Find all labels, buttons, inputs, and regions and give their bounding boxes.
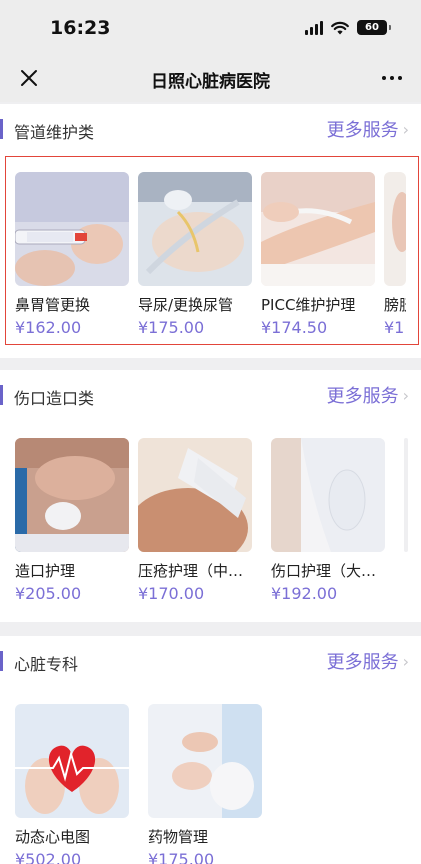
wound-care-image [271, 438, 385, 552]
status-time: 16:23 [50, 17, 111, 39]
picc-care-image [261, 172, 375, 286]
service-card[interactable]: 导尿/更换尿管 ¥175.00 [138, 172, 252, 337]
service-card[interactable]: PICC维护护理 ¥174.50 [261, 172, 375, 337]
section-cardiology: 心脏专科 更多服务 › 动态心电图 ¥502.00 药物管理 ¥175.00 [0, 636, 421, 864]
service-name: 动态心电图 [15, 828, 91, 846]
status-bar: 16:23 60 [0, 0, 421, 56]
service-name: 压疮护理（中… [138, 562, 244, 580]
wifi-icon [331, 21, 349, 34]
service-card[interactable]: 压疮护理（中… ¥170.00 [138, 438, 252, 603]
bladder-care-image [384, 172, 406, 286]
service-name: 造口护理 [15, 562, 76, 580]
partial-card-image [404, 438, 408, 552]
service-card[interactable]: 伤口护理（大… ¥192.00 [271, 438, 385, 603]
service-price: ¥174.50 [261, 318, 328, 337]
service-price: ¥205.00 [15, 584, 82, 603]
section-wound-care: 伤口造口类 更多服务 › 造口护理 ¥205.00 压疮护理（中… ¥170.0… [0, 370, 421, 622]
signal-icon [305, 20, 323, 35]
service-card-list: 动态心电图 ¥502.00 药物管理 ¥175.00 [0, 636, 421, 864]
service-name: 伤口护理（大… [271, 562, 377, 580]
more-dot-icon [382, 76, 386, 80]
service-price: ¥502.00 [15, 850, 82, 864]
service-name: 导尿/更换尿管 [138, 296, 234, 314]
more-dot-icon [398, 76, 402, 80]
medication-management-image [148, 704, 262, 818]
service-name: PICC维护护理 [261, 296, 356, 314]
nav-bar: 日照心脏病医院 [0, 56, 421, 102]
battery-icon: 60 [357, 20, 391, 35]
ostomy-care-image [15, 438, 129, 552]
service-card-partial[interactable] [404, 438, 408, 552]
more-dot-icon [390, 76, 394, 80]
nasogastric-tube-image [15, 172, 129, 286]
holter-ecg-image [15, 704, 129, 818]
status-icons: 60 [305, 20, 391, 35]
pressure-ulcer-image [138, 438, 252, 552]
catheter-image [138, 172, 252, 286]
service-name: 药物管理 [148, 828, 209, 846]
page-title: 日照心脏病医院 [151, 72, 270, 92]
service-price: ¥192.00 [271, 584, 338, 603]
service-price: ¥170.00 [138, 584, 205, 603]
more-options-button[interactable] [377, 64, 407, 92]
service-card[interactable]: 鼻胃管更换 ¥162.00 [15, 172, 129, 337]
service-price: ¥162.00 [15, 318, 82, 337]
service-card-list: 造口护理 ¥205.00 压疮护理（中… ¥170.00 伤口护理（大… ¥19… [0, 370, 421, 603]
service-name: 膀胱 [384, 296, 406, 314]
section-tube-care: 管道维护类 更多服务 › 鼻胃管更换 ¥162.00 导尿/更换尿管 ¥175.… [0, 104, 421, 358]
service-card-list: 鼻胃管更换 ¥162.00 导尿/更换尿管 ¥175.00 PICC维护护理 ¥… [0, 104, 421, 337]
service-card[interactable]: 膀胱 ¥1 [384, 172, 406, 337]
service-price: ¥1 [384, 318, 405, 337]
service-price: ¥175.00 [138, 318, 205, 337]
service-card[interactable]: 造口护理 ¥205.00 [15, 438, 129, 603]
service-card[interactable]: 动态心电图 ¥502.00 [15, 704, 129, 864]
service-price: ¥175.00 [148, 850, 215, 864]
service-card[interactable]: 药物管理 ¥175.00 [148, 704, 262, 864]
service-name: 鼻胃管更换 [15, 296, 91, 314]
